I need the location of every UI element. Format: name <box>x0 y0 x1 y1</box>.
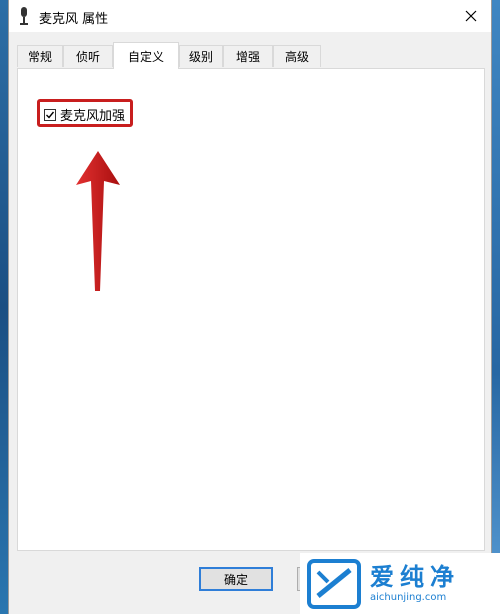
tab-listen[interactable]: 侦听 <box>63 45 113 67</box>
tab-custom[interactable]: 自定义 <box>113 42 179 69</box>
aichunjing-logo-icon <box>307 558 361 609</box>
checkmark-icon <box>46 111 55 119</box>
microphone-icon <box>20 7 28 25</box>
close-button[interactable] <box>451 0 491 32</box>
tab-advanced[interactable]: 高级 <box>273 45 321 67</box>
ok-button[interactable]: 确定 <box>199 567 273 591</box>
window-title: 麦克风 属性 <box>39 12 109 27</box>
tab-strip: 常规 侦听 自定义 级别 增强 高级 <box>17 42 487 69</box>
annotation-arrow-icon <box>76 151 120 291</box>
mic-boost-option[interactable]: 麦克风加强 <box>44 105 125 124</box>
tab-levels[interactable]: 级别 <box>179 45 223 67</box>
title-bar[interactable]: 麦克风 属性 <box>9 0 491 32</box>
close-icon <box>465 10 477 22</box>
tab-enhancements[interactable]: 增强 <box>223 45 273 67</box>
custom-tab-panel: 麦克风加强 <box>17 68 485 551</box>
properties-dialog: 麦克风 属性 常规 侦听 自定义 级别 增强 高级 麦克风加强 确定 <box>8 0 492 614</box>
watermark-logo: 爱纯净 aichunjing.com <box>300 553 500 614</box>
mic-boost-label: 麦克风加强 <box>60 109 126 124</box>
tab-general[interactable]: 常规 <box>17 45 63 67</box>
watermark-site: aichunjing.com <box>370 592 447 603</box>
watermark-brand: 爱纯净 <box>370 563 460 591</box>
mic-boost-checkbox[interactable] <box>44 108 56 121</box>
